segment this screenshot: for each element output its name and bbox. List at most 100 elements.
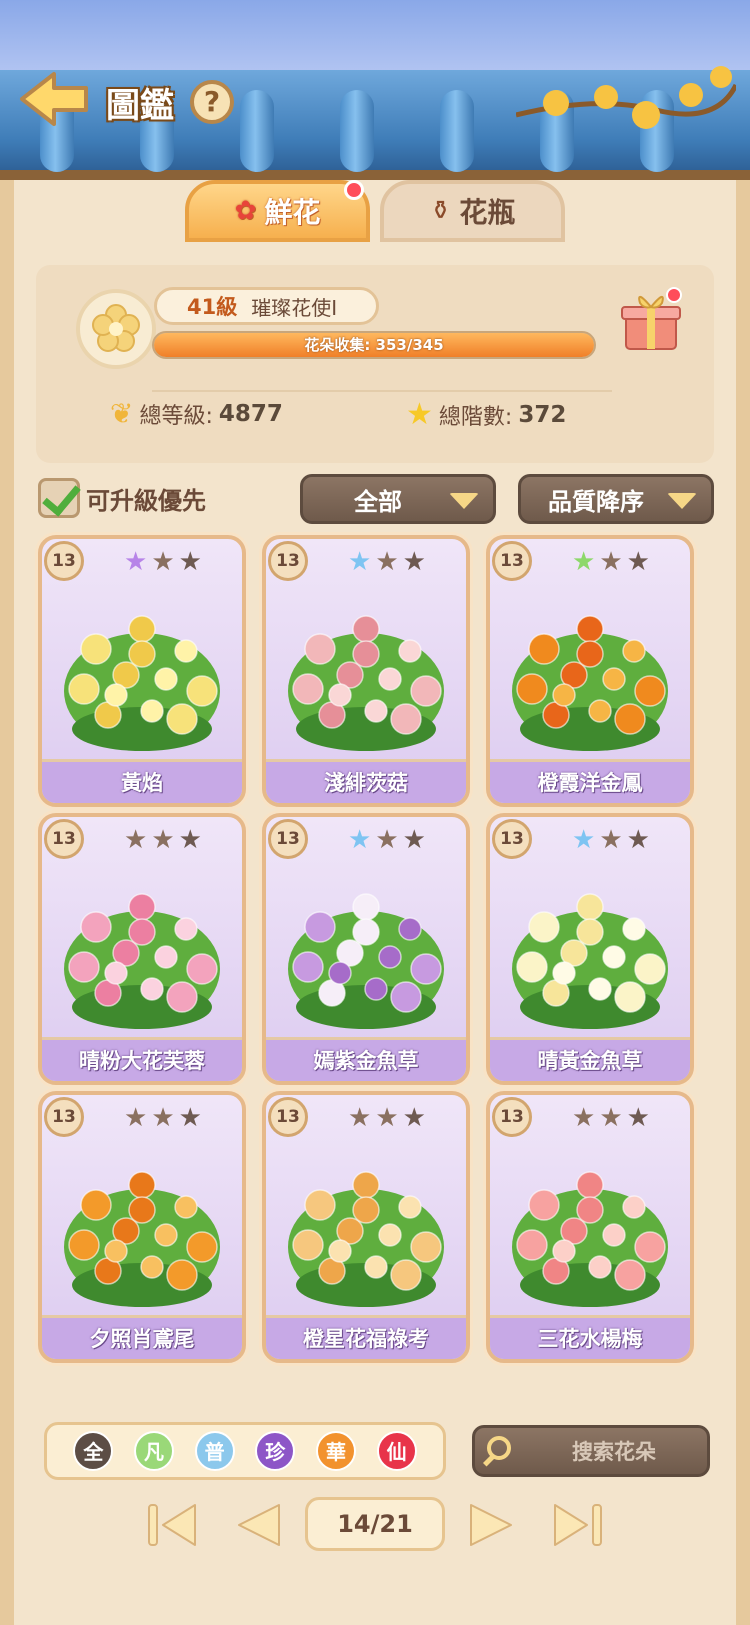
total-tier-label: 總階數: <box>438 404 513 430</box>
flower-name: 晴黃金魚草 <box>490 1037 690 1081</box>
sort-dropdown[interactable]: 品質降序 <box>518 474 714 524</box>
star-rating: ★ ★ ★ <box>348 1105 426 1131</box>
upgradable-first-toggle[interactable]: 可升級優先 <box>38 478 206 518</box>
tab-flowers-label: 鮮花 <box>264 196 321 229</box>
flower-card[interactable]: 13 ★ ★ ★ 夕照肖鳶尾 <box>38 1091 246 1363</box>
star-icon: ★ <box>572 1103 596 1133</box>
total-tier-value: 372 <box>518 401 567 428</box>
category-dropdown-label: 全部 <box>354 487 402 516</box>
flower-card[interactable]: 13 ★ ★ ★ 三花水楊梅 <box>486 1091 694 1363</box>
star-rating: ★ ★ ★ <box>572 827 650 853</box>
gift-box-icon[interactable] <box>618 287 684 353</box>
panel-divider <box>152 390 612 392</box>
back-button[interactable] <box>18 70 90 128</box>
flower-level-badge: 13 <box>44 819 84 859</box>
vase-icon: ⚱ <box>429 196 452 226</box>
star-rating: ★ ★ ★ <box>572 1105 650 1131</box>
flower-name: 橙霞洋金鳳 <box>490 759 690 803</box>
flower-level-badge: 13 <box>268 541 308 581</box>
star-icon: ★ <box>178 825 202 855</box>
chevron-down-icon <box>667 493 697 509</box>
rarity-filter-button[interactable]: 仙 <box>376 1431 417 1471</box>
flower-illustration <box>288 1171 444 1307</box>
checkbox[interactable] <box>38 478 80 518</box>
star-icon: ★ <box>375 825 399 855</box>
progress-text: 花朵收集: 353/345 <box>304 336 444 354</box>
flower-illustration <box>512 893 668 1029</box>
flower-level-badge: 13 <box>268 819 308 859</box>
rarity-filter-button[interactable]: 普 <box>194 1431 235 1471</box>
flower-illustration <box>288 893 444 1029</box>
rarity-filter-button[interactable]: 華 <box>315 1431 356 1471</box>
chevron-down-icon <box>449 493 479 509</box>
category-dropdown[interactable]: 全部 <box>300 474 496 524</box>
star-rating: ★ ★ ★ <box>124 827 202 853</box>
star-icon: ★ <box>375 1103 399 1133</box>
flower-name: 淺緋茨菇 <box>266 759 466 803</box>
star-icon: ★ <box>599 1103 623 1133</box>
page-title: 圖鑑 <box>106 86 174 126</box>
flower-illustration <box>288 615 444 751</box>
star-icon: ★ <box>151 825 175 855</box>
star-icon: ★ <box>599 547 623 577</box>
flower-level-badge: 13 <box>492 541 532 581</box>
star-icon: ★ <box>402 825 426 855</box>
flower-level-badge: 13 <box>44 1097 84 1137</box>
flower-card[interactable]: 13 ★ ★ ★ 淺緋茨菇 <box>262 535 470 807</box>
star-icon: ★ <box>375 547 399 577</box>
star-icon: ★ <box>151 1103 175 1133</box>
flower-name: 晴粉大花芙蓉 <box>42 1037 242 1081</box>
star-icon: ★ <box>348 1103 372 1133</box>
rarity-filter-button[interactable]: 全 <box>73 1431 114 1471</box>
rarity-filter-button[interactable]: 珍 <box>255 1431 296 1471</box>
star-icon: ★ <box>599 825 623 855</box>
level-pill: 41級 璀璨花使I <box>154 287 379 325</box>
rarity-filter-button[interactable]: 凡 <box>133 1431 174 1471</box>
rarity-filter-bar: 全凡普珍華仙 <box>44 1422 446 1480</box>
star-rating: ★ ★ ★ <box>124 549 202 575</box>
search-box[interactable]: 搜索花朵 <box>472 1425 710 1477</box>
notification-dot <box>344 180 364 200</box>
flower-card[interactable]: 13 ★ ★ ★ 橙星花福祿考 <box>262 1091 470 1363</box>
last-page-icon[interactable] <box>549 1499 605 1551</box>
flower-card[interactable]: 13 ★ ★ ★ 黃焰 <box>38 535 246 807</box>
collection-panel: 41級 璀璨花使I 花朵收集: 353/345 ❦ 總等級: 4877 ★ 總階… <box>36 265 714 463</box>
previous-page-icon[interactable] <box>231 1499 287 1551</box>
flower-illustration <box>64 615 220 751</box>
star-icon: ★ <box>626 825 650 855</box>
star-icon: ★ <box>124 825 148 855</box>
star-icon: ★ <box>626 1103 650 1133</box>
star-icon: ★ <box>402 1103 426 1133</box>
search-icon <box>475 1428 521 1474</box>
star-rating: ★ ★ ★ <box>124 1105 202 1131</box>
star-icon: ★ <box>178 547 202 577</box>
star-icon: ★ <box>406 397 433 432</box>
flower-illustration <box>64 1171 220 1307</box>
flower-illustration <box>512 1171 668 1307</box>
tab-flowers[interactable]: ✿ 鮮花 <box>185 180 370 242</box>
star-icon: ★ <box>572 547 596 577</box>
star-icon: ★ <box>348 547 372 577</box>
flower-card[interactable]: 13 ★ ★ ★ 晴黃金魚草 <box>486 813 694 1085</box>
sort-dropdown-label: 品質降序 <box>548 487 644 516</box>
first-page-icon[interactable] <box>145 1499 201 1551</box>
star-icon: ★ <box>402 547 426 577</box>
collection-progress-bar: 花朵收集: 353/345 <box>152 331 596 359</box>
blossom-branch-icon <box>516 66 736 129</box>
star-icon: ★ <box>626 547 650 577</box>
next-page-icon[interactable] <box>463 1499 519 1551</box>
flower-name: 嫣紫金魚草 <box>266 1037 466 1081</box>
rank-title: 璀璨花使I <box>251 295 338 320</box>
flower-name: 橙星花福祿考 <box>266 1315 466 1359</box>
page-indicator: 14/21 <box>305 1497 445 1551</box>
total-level-label: 總等級: <box>139 403 213 429</box>
star-icon: ★ <box>124 1103 148 1133</box>
flower-card[interactable]: 13 ★ ★ ★ 嫣紫金魚草 <box>262 813 470 1085</box>
help-button[interactable]: ? <box>190 80 234 124</box>
flower-card[interactable]: 13 ★ ★ ★ 橙霞洋金鳳 <box>486 535 694 807</box>
flower-illustration <box>512 615 668 751</box>
search-placeholder: 搜索花朵 <box>572 1440 656 1464</box>
flower-name: 夕照肖鳶尾 <box>42 1315 242 1359</box>
tab-vases[interactable]: ⚱ 花瓶 <box>380 180 565 242</box>
flower-card[interactable]: 13 ★ ★ ★ 晴粉大花芙蓉 <box>38 813 246 1085</box>
